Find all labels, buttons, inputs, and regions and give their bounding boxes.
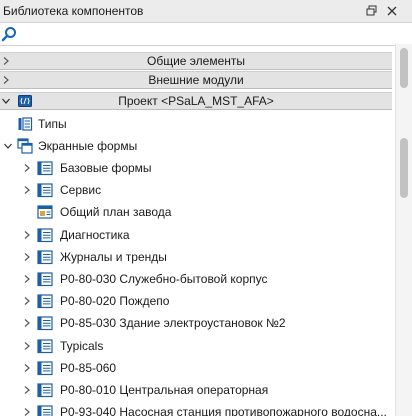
folder-form-icon — [37, 316, 53, 331]
tree-item-form[interactable]: Р0-80-020 Пождепо — [0, 290, 392, 312]
section-label: Общие элементы — [147, 54, 245, 68]
search-bar — [0, 23, 412, 46]
tree-item-form[interactable]: Р0-80-030 Служебно-бытовой корпус — [0, 268, 392, 290]
tree-item-label: Р0-93-040 Насосная станция противопожарн… — [60, 405, 387, 416]
section-common-elements[interactable]: Общие элементы — [0, 52, 392, 70]
chevron-right-icon[interactable] — [22, 252, 32, 262]
tree-item-types[interactable]: Типы — [0, 113, 392, 135]
folder-form-icon — [37, 228, 53, 243]
tree-item-label: Типы — [38, 117, 67, 131]
folder-form-icon — [37, 294, 53, 309]
chevron-right-icon[interactable] — [22, 341, 32, 351]
folder-form-icon — [37, 272, 53, 287]
tree-item-label: Р0-80-020 Пождепо — [60, 294, 170, 308]
tree-item-form[interactable]: Общий план завода — [0, 201, 392, 223]
tree-item-label: Экранные формы — [38, 139, 138, 153]
screen-form-icon — [37, 205, 53, 219]
component-library-panel: Библиотека компонентов Общие элементы Вн… — [0, 0, 412, 416]
tree-item-screen-forms[interactable]: Экранные формы — [0, 135, 392, 157]
close-icon — [387, 6, 397, 15]
scrollbar-track-segment[interactable] — [400, 48, 408, 88]
chevron-right-icon[interactable] — [22, 274, 32, 284]
tree-item-label: Typicals — [60, 339, 104, 353]
pin-button[interactable] — [364, 2, 380, 19]
types-icon — [18, 117, 33, 131]
section-project[interactable]: Проект <PSaLA_MST_AFA> — [0, 92, 392, 110]
section-label: Проект <PSaLA_MST_AFA> — [118, 94, 274, 108]
chevron-right-icon[interactable] — [22, 385, 32, 395]
pin-icon — [366, 5, 377, 15]
scrollbar-thumb[interactable] — [400, 138, 408, 198]
chevron-right-icon[interactable] — [22, 230, 32, 240]
chevron-right-icon[interactable] — [22, 318, 32, 328]
tree-item-form[interactable]: Сервис — [0, 179, 392, 201]
tree-item-form[interactable]: Диагностика — [0, 224, 392, 246]
screen-forms-icon — [17, 138, 33, 154]
folder-form-icon — [37, 339, 53, 354]
tree-item-label: Р0-80-010 Центральная операторная — [60, 383, 269, 397]
tree-item-label: Журналы и тренды — [60, 250, 167, 264]
tree-item-label: Р0-85-030 Здание электроустановок №2 — [60, 316, 286, 330]
search-icon[interactable] — [1, 26, 17, 42]
tree-item-label: Диагностика — [60, 228, 130, 242]
folder-form-icon — [37, 361, 53, 376]
chevron-right-icon[interactable] — [22, 363, 32, 373]
folder-form-icon — [37, 405, 53, 416]
tree-item-form[interactable]: Журналы и тренды — [0, 246, 392, 268]
folder-form-icon — [37, 383, 53, 398]
section-external-modules[interactable]: Внешние модули — [0, 71, 392, 89]
tree-item-form[interactable]: Typicals — [0, 335, 392, 357]
chevron-right-icon[interactable] — [22, 163, 32, 173]
tree-item-label: Сервис — [60, 183, 102, 197]
tree-item-label: Р0-85-060 — [60, 361, 117, 375]
close-button[interactable] — [384, 2, 400, 19]
panel-title: Библиотека компонентов — [3, 4, 144, 18]
tree-item-label: Общий план завода — [60, 205, 172, 219]
tree-item-form[interactable]: Базовые формы — [0, 157, 392, 179]
tree-item-form[interactable]: Р0-85-060 — [0, 357, 392, 379]
tree-item-label: Р0-80-030 Служебно-бытовой корпус — [60, 272, 268, 286]
tree-item-form[interactable]: Р0-85-030 Здание электроустановок №2 — [0, 312, 392, 334]
section-label: Внешние модули — [148, 73, 244, 87]
tree-item-form[interactable]: Р0-80-010 Центральная операторная — [0, 379, 392, 401]
chevron-down-icon[interactable] — [3, 141, 13, 151]
folder-form-icon — [37, 161, 53, 176]
chevron-right-icon[interactable] — [22, 407, 32, 416]
tree-item-form[interactable]: Р0-93-040 Насосная станция противопожарн… — [0, 401, 392, 416]
tree-item-label: Базовые формы — [60, 161, 152, 175]
vertical-scrollbar[interactable] — [395, 44, 412, 416]
folder-form-icon — [37, 183, 53, 198]
panel-titlebar: Библиотека компонентов — [0, 0, 412, 23]
search-input[interactable] — [20, 25, 408, 42]
chevron-right-icon[interactable] — [22, 296, 32, 306]
folder-form-icon — [37, 250, 53, 265]
chevron-right-icon[interactable] — [22, 185, 32, 195]
